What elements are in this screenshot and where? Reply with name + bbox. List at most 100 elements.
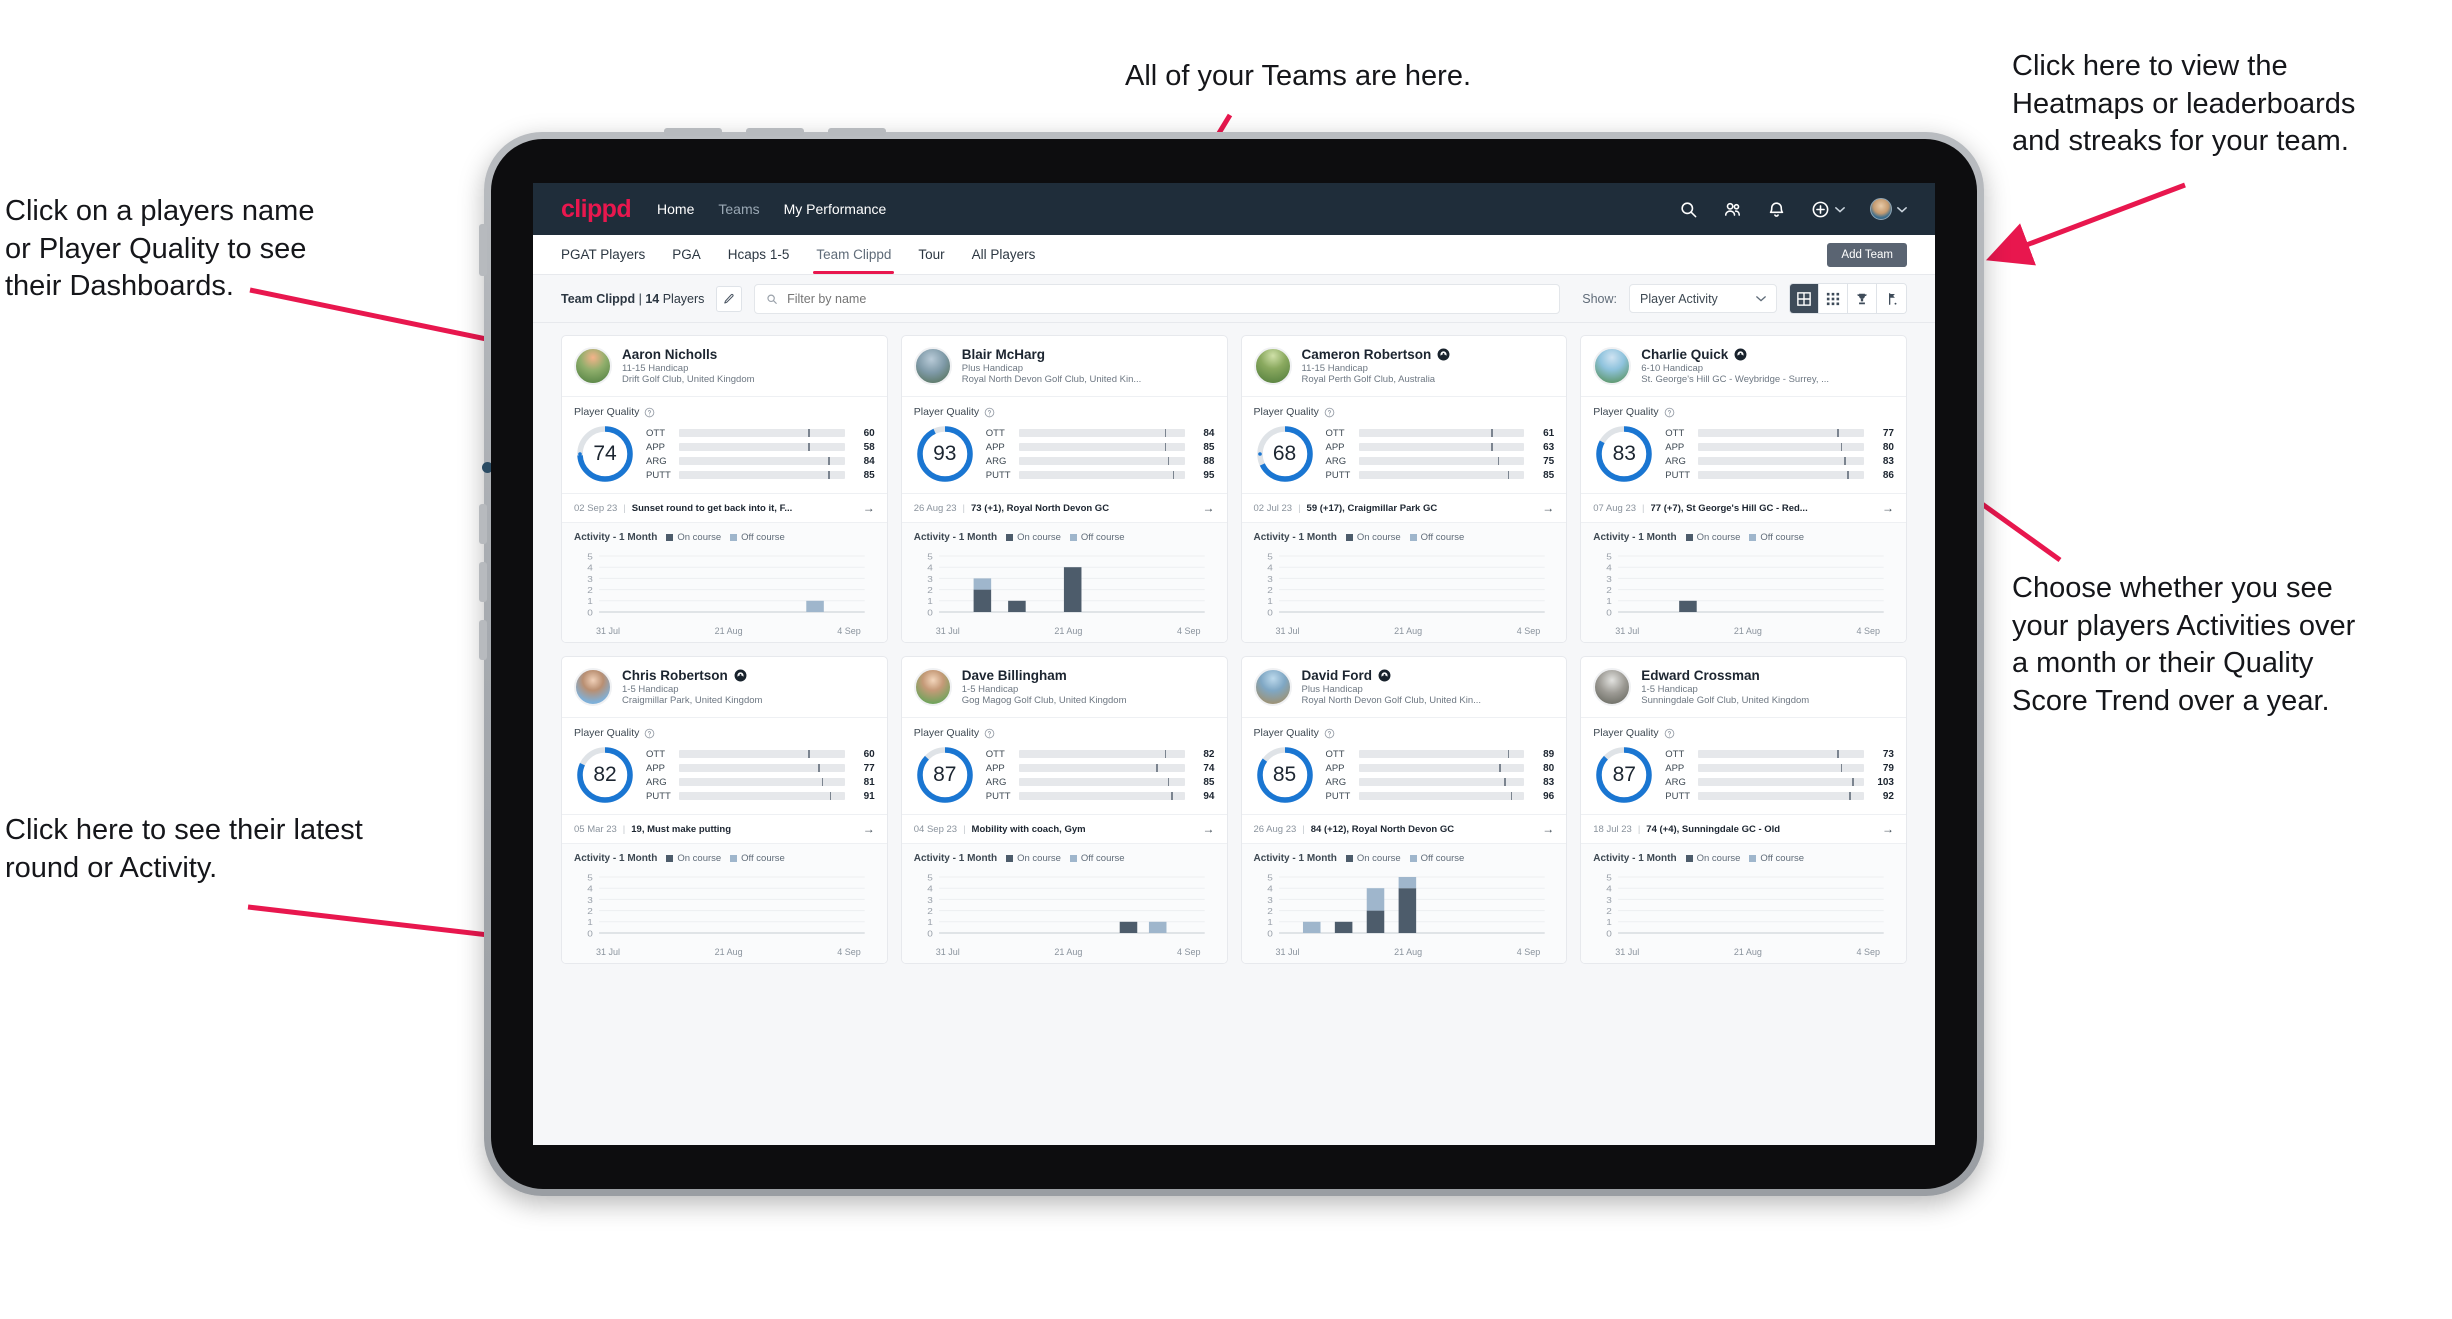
avatar[interactable] bbox=[1870, 198, 1892, 220]
arrow-right-icon[interactable]: → bbox=[863, 501, 875, 515]
player-quality-ring[interactable]: 93 bbox=[914, 423, 976, 485]
player-card-header[interactable]: Dave Billingham 1-5 Handicap Gog Magog G… bbox=[901, 657, 1227, 718]
player-quality-ring[interactable]: 82 bbox=[574, 744, 636, 806]
account-menu[interactable] bbox=[1870, 198, 1907, 220]
player-card-header[interactable]: Charlie Quick 6-10 Handicap St. George's… bbox=[1581, 336, 1906, 397]
filter-by-name-box[interactable] bbox=[754, 283, 1561, 314]
player-cards-scroll-area[interactable]: Aaron Nicholls 11-15 Handicap Drift Golf… bbox=[533, 323, 1935, 1145]
player-name[interactable]: Cameron Robertson bbox=[1302, 347, 1432, 362]
latest-round-row[interactable]: 07 Aug 23 | 77 (+7), St George's Hill GC… bbox=[1581, 494, 1906, 523]
tab-team-clippd[interactable]: Team Clippd bbox=[813, 235, 895, 274]
player-card[interactable]: David Ford Plus Handicap Royal North Dev… bbox=[1240, 656, 1568, 964]
latest-round-row[interactable]: 05 Mar 23 | 19, Must make putting → bbox=[562, 815, 887, 844]
tab-pgat-players[interactable]: PGAT Players bbox=[561, 235, 645, 274]
nav-link-teams[interactable]: Teams bbox=[718, 201, 759, 217]
player-quality-section[interactable]: Player Quality 74 OTT 60 APP 58 ARG 84 P… bbox=[562, 397, 887, 494]
clippd-logo[interactable]: clippd bbox=[561, 195, 632, 224]
player-card-header[interactable]: Cameron Robertson 11-15 Handicap Royal P… bbox=[1241, 336, 1567, 397]
search-input[interactable] bbox=[787, 291, 1549, 306]
player-card[interactable]: Chris Robertson 1-5 Handicap Craigmillar… bbox=[561, 656, 888, 964]
nav-link-my-performance[interactable]: My Performance bbox=[784, 201, 887, 217]
player-avatar[interactable] bbox=[1253, 668, 1292, 706]
tab-pga[interactable]: PGA bbox=[672, 235, 701, 274]
player-quality-ring[interactable]: 83 bbox=[1593, 423, 1655, 485]
player-quality-section[interactable]: Player Quality 87 OTT 82 APP 74 ARG 85 P… bbox=[901, 718, 1227, 815]
round-separator: | bbox=[1637, 823, 1641, 835]
player-card[interactable]: Cameron Robertson 11-15 Handicap Royal P… bbox=[1240, 335, 1568, 643]
grid-large-view-button[interactable] bbox=[1790, 284, 1819, 313]
bell-icon[interactable] bbox=[1767, 200, 1786, 219]
people-icon[interactable] bbox=[1723, 200, 1742, 219]
player-quality-section[interactable]: Player Quality 82 OTT 60 APP 77 ARG 81 P… bbox=[562, 718, 887, 815]
legend-swatch-on-course bbox=[666, 534, 674, 541]
player-avatar[interactable] bbox=[1253, 347, 1292, 385]
golf-flag-view-button[interactable] bbox=[1877, 284, 1906, 313]
player-card-header[interactable]: Chris Robertson 1-5 Handicap Craigmillar… bbox=[562, 657, 887, 718]
player-name[interactable]: Dave Billingham bbox=[962, 668, 1067, 683]
player-avatar[interactable] bbox=[1593, 347, 1632, 385]
activity-chart: 5 4 3 2 1 0 bbox=[1593, 550, 1894, 624]
player-quality-ring[interactable]: 87 bbox=[914, 744, 976, 806]
legend-swatch-on-course bbox=[1006, 534, 1014, 541]
player-avatar[interactable] bbox=[574, 668, 612, 706]
legend-label-on-course: On course bbox=[1696, 853, 1741, 864]
player-avatar[interactable] bbox=[1593, 668, 1632, 706]
player-name[interactable]: Chris Robertson bbox=[622, 668, 728, 683]
player-card[interactable]: Aaron Nicholls 11-15 Handicap Drift Golf… bbox=[561, 335, 888, 643]
player-name[interactable]: Blair McHarg bbox=[962, 347, 1045, 362]
player-name[interactable]: David Ford bbox=[1302, 668, 1373, 683]
arrow-right-icon[interactable]: → bbox=[1542, 501, 1554, 515]
player-avatar[interactable] bbox=[913, 668, 952, 706]
round-separator: | bbox=[1302, 823, 1305, 835]
latest-round-row[interactable]: 26 Aug 23 | 73 (+1), Royal North Devon G… bbox=[901, 494, 1227, 523]
tab-all-players[interactable]: All Players bbox=[972, 235, 1036, 274]
player-quality-section[interactable]: Player Quality 87 OTT 73 APP 79 ARG 103 … bbox=[1581, 718, 1906, 815]
edit-team-button[interactable] bbox=[716, 285, 743, 312]
svg-text:4: 4 bbox=[1606, 564, 1612, 573]
player-card-header[interactable]: David Ford Plus Handicap Royal North Dev… bbox=[1241, 657, 1567, 718]
player-card[interactable]: Blair McHarg Plus Handicap Royal North D… bbox=[900, 335, 1228, 643]
tab-hcaps-1-5[interactable]: Hcaps 1-5 bbox=[728, 235, 790, 274]
player-card-header[interactable]: Edward Crossman 1-5 Handicap Sunningdale… bbox=[1581, 657, 1906, 718]
arrow-right-icon[interactable]: → bbox=[1882, 501, 1894, 515]
trophy-leaderboard-view-button[interactable] bbox=[1848, 284, 1877, 313]
latest-round-row[interactable]: 26 Aug 23 | 84 (+12), Royal North Devon … bbox=[1241, 815, 1567, 844]
player-name[interactable]: Edward Crossman bbox=[1641, 668, 1760, 683]
plus-circle-menu[interactable] bbox=[1811, 200, 1845, 219]
player-name[interactable]: Aaron Nicholls bbox=[622, 347, 717, 362]
player-avatar[interactable] bbox=[913, 347, 952, 385]
search-icon[interactable] bbox=[1679, 200, 1698, 219]
player-name[interactable]: Charlie Quick bbox=[1641, 347, 1728, 362]
plus-circle-icon[interactable] bbox=[1811, 200, 1830, 219]
player-quality-ring[interactable]: 68 bbox=[1254, 423, 1316, 485]
player-card-header[interactable]: Aaron Nicholls 11-15 Handicap Drift Golf… bbox=[562, 336, 887, 397]
grid-dense-view-button[interactable] bbox=[1819, 284, 1848, 313]
player-quality-section[interactable]: Player Quality 68 OTT 61 APP 63 ARG 75 P… bbox=[1241, 397, 1567, 494]
player-quality-section[interactable]: Player Quality 83 OTT 77 APP 80 ARG 83 P… bbox=[1581, 397, 1906, 494]
arrow-right-icon[interactable]: → bbox=[1203, 501, 1215, 515]
player-quality-section[interactable]: Player Quality 93 OTT 84 APP 85 ARG 88 P… bbox=[901, 397, 1227, 494]
latest-round-row[interactable]: 04 Sep 23 | Mobility with coach, Gym → bbox=[901, 815, 1227, 844]
arrow-right-icon[interactable]: → bbox=[863, 822, 875, 836]
latest-round-row[interactable]: 02 Sep 23 | Sunset round to get back int… bbox=[562, 494, 887, 523]
latest-round-row[interactable]: 18 Jul 23 | 74 (+4), Sunningdale GC - Ol… bbox=[1581, 815, 1906, 844]
player-card[interactable]: Edward Crossman 1-5 Handicap Sunningdale… bbox=[1580, 656, 1907, 964]
show-mode-select[interactable]: Player Activity bbox=[1629, 284, 1777, 313]
add-team-button[interactable]: Add Team bbox=[1827, 242, 1907, 267]
arrow-right-icon[interactable]: → bbox=[1542, 822, 1554, 836]
tab-tour[interactable]: Tour bbox=[918, 235, 944, 274]
player-card[interactable]: Charlie Quick 6-10 Handicap St. George's… bbox=[1580, 335, 1907, 643]
svg-text:5: 5 bbox=[1267, 552, 1273, 561]
latest-round-row[interactable]: 02 Jul 23 | 59 (+17), Craigmillar Park G… bbox=[1241, 494, 1567, 523]
player-quality-ring[interactable]: 87 bbox=[1593, 744, 1655, 806]
metric-row: ARG 83 bbox=[1326, 777, 1555, 788]
player-avatar[interactable] bbox=[574, 347, 612, 385]
nav-link-home[interactable]: Home bbox=[657, 201, 694, 217]
arrow-right-icon[interactable]: → bbox=[1882, 822, 1894, 836]
player-quality-section[interactable]: Player Quality 85 OTT 89 APP 80 ARG 83 P… bbox=[1241, 718, 1567, 815]
player-card-header[interactable]: Blair McHarg Plus Handicap Royal North D… bbox=[901, 336, 1227, 397]
player-card[interactable]: Dave Billingham 1-5 Handicap Gog Magog G… bbox=[900, 656, 1228, 964]
player-quality-ring[interactable]: 85 bbox=[1254, 744, 1316, 806]
player-quality-ring[interactable]: 74 bbox=[574, 423, 636, 485]
arrow-right-icon[interactable]: → bbox=[1203, 822, 1215, 836]
